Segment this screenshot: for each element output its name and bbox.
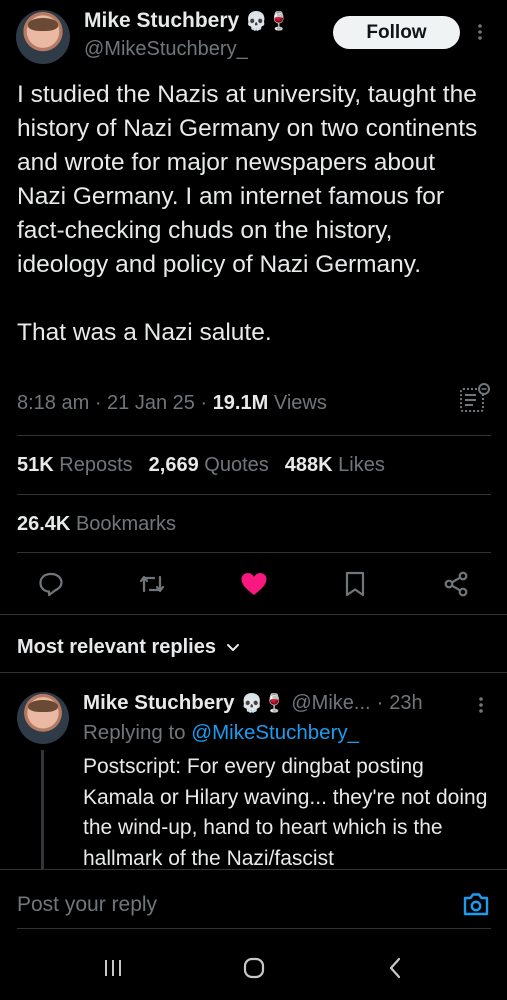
more-icon[interactable] <box>474 22 486 42</box>
tweet-date[interactable]: 21 Jan 25 <box>107 392 195 414</box>
views-label: Views <box>273 392 327 414</box>
tweet-time[interactable]: 8:18 am <box>17 392 89 414</box>
reply-more-icon[interactable] <box>475 695 487 715</box>
reply-author-emojis: 💀🍷 <box>240 692 286 714</box>
reply-text-clip: Postscript: For every dingbat posting Ka… <box>83 752 497 869</box>
repost-icon[interactable] <box>138 571 166 597</box>
bookmark-icon[interactable] <box>344 571 366 597</box>
reply-author-name[interactable]: Mike Stuchbery <box>83 691 235 715</box>
tweet-meta: 8:18 am · 21 Jan 25 · 19.1M Views <box>17 392 327 414</box>
bookmarks-stat[interactable]: 26.4K Bookmarks <box>17 513 176 536</box>
reply-icon[interactable] <box>38 571 64 597</box>
replying-to-handle[interactable]: @MikeStuchbery_ <box>191 721 359 744</box>
analytics-icon[interactable] <box>459 382 491 414</box>
like-icon[interactable] <box>240 571 268 597</box>
author-emojis: 💀🍷 <box>245 10 291 32</box>
tweet-text: I studied the Nazis at university, taugh… <box>17 81 478 346</box>
reply-header: Mike Stuchbery 💀🍷 @Mike... · 23h <box>83 691 423 715</box>
author-avatar[interactable] <box>16 10 70 64</box>
divider <box>17 435 491 436</box>
share-icon[interactable] <box>443 571 469 597</box>
replies-sort[interactable]: Most relevant replies <box>17 636 240 659</box>
reply-avatar[interactable] <box>17 692 69 744</box>
reply-author-handle[interactable]: @Mike... <box>291 692 370 715</box>
views-count: 19.1M <box>212 392 269 414</box>
reposts-stat[interactable]: 51K Reposts <box>17 454 133 477</box>
quotes-stat[interactable]: 2,669 Quotes <box>149 454 269 477</box>
divider <box>17 928 491 929</box>
author-name-row[interactable]: Mike Stuchbery 💀🍷 <box>84 9 290 33</box>
camera-icon[interactable] <box>462 891 490 917</box>
stats-row: 51K Reposts 2,669 Quotes 488K Likes <box>17 454 385 477</box>
thread-line <box>41 750 44 870</box>
reply-text: Postscript: For every dingbat posting Ka… <box>83 755 488 869</box>
chevron-down-icon <box>226 643 240 653</box>
author-name: Mike Stuchbery <box>84 9 240 32</box>
author-handle[interactable]: @MikeStuchbery_ <box>84 38 248 61</box>
divider <box>0 672 507 673</box>
recents-icon[interactable] <box>103 958 123 978</box>
divider <box>0 614 507 615</box>
divider <box>17 494 491 495</box>
reply-time[interactable]: 23h <box>389 692 422 715</box>
reply-composer-input[interactable]: Post your reply <box>17 893 157 917</box>
likes-stat[interactable]: 488K Likes <box>285 454 385 477</box>
home-icon[interactable] <box>243 957 265 979</box>
back-icon[interactable] <box>388 957 402 979</box>
replying-to: Replying to @MikeStuchbery_ <box>83 721 359 745</box>
divider <box>0 869 507 870</box>
divider <box>17 552 491 553</box>
replying-to-label: Replying to <box>83 721 186 744</box>
follow-button[interactable]: Follow <box>333 16 460 49</box>
replies-header: Most relevant replies <box>17 636 216 658</box>
